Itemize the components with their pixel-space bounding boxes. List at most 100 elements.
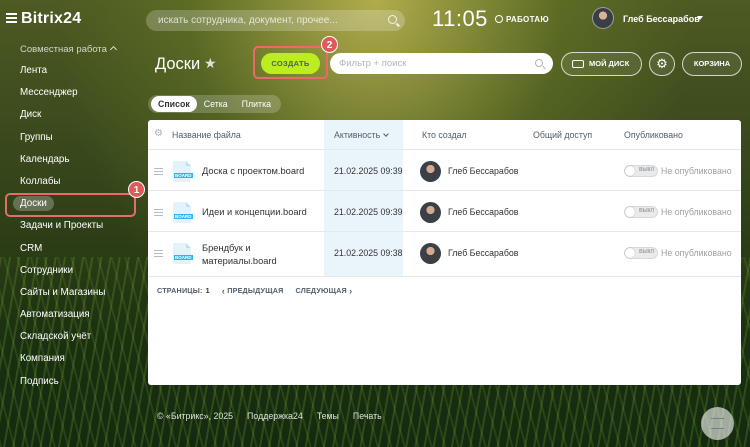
sidebar-item-feed[interactable]: Лента (8, 60, 136, 82)
toggle-label: ВЫКЛ (639, 249, 655, 255)
sidebar-item-label: Лента (20, 65, 48, 76)
sidebar-section-label: Совместная работа (20, 44, 107, 55)
clock[interactable]: 11:05 (432, 6, 488, 32)
column-header-name[interactable]: Название файла (172, 130, 241, 140)
file-name[interactable]: Брендбук и материалы.board (202, 242, 294, 268)
sidebar-item-label: Автоматизация (20, 309, 90, 321)
search-icon[interactable] (388, 15, 397, 24)
sidebar-section-header[interactable]: Совместная работа (8, 38, 136, 60)
print-link[interactable]: Печать (353, 411, 382, 421)
sidebar-item-collabs[interactable]: Коллабы (8, 171, 136, 193)
chevron-up-icon (109, 45, 117, 54)
drag-handle-icon[interactable] (154, 168, 163, 175)
status-dot-icon (495, 15, 503, 23)
sidebar-item-inventory[interactable]: Складской учёт (8, 326, 136, 348)
chat-icon[interactable] (701, 407, 734, 440)
sidebar-item-disk[interactable]: Диск (8, 104, 136, 126)
file-name[interactable]: Идеи и концепции.board (202, 206, 322, 219)
board-file-icon: BOARD (173, 202, 193, 223)
work-status[interactable]: РАБОТАЮ (495, 15, 549, 24)
file-ext-label: BOARD (174, 255, 193, 260)
activity-date: 21.02.2025 09:38 (334, 248, 403, 258)
avatar[interactable] (420, 202, 441, 223)
sidebar-item-sites[interactable]: Сайты и Магазины (8, 282, 136, 304)
next-page-button[interactable]: СЛЕДУЮЩАЯ › (295, 286, 352, 296)
toggle-label: ВЫКЛ (639, 208, 655, 214)
page-title: Доски (155, 55, 201, 73)
tab-grid[interactable]: Сетка (197, 96, 235, 112)
tab-tiles[interactable]: Плитка (235, 96, 278, 112)
copyright: © «Битрикс», 2025 (157, 411, 234, 421)
menu-icon[interactable] (6, 13, 17, 23)
table-row[interactable]: BOARD Идеи и концепции.board 21.02.2025 … (148, 192, 741, 232)
avatar[interactable] (420, 161, 441, 182)
column-header-creator[interactable]: Кто создал (422, 130, 467, 140)
chevron-down-icon[interactable] (697, 16, 703, 20)
sidebar-item-automation[interactable]: Автоматизация (8, 304, 136, 326)
pages-label: СТРАНИЦЫ: 1 (157, 286, 210, 296)
table-row[interactable]: BOARD Брендбук и материалы.board 21.02.2… (148, 233, 741, 277)
sidebar-item-label: Группы (20, 131, 53, 143)
sidebar-item-label: Мессенджер (20, 87, 78, 99)
column-header-activity-label: Активность (334, 130, 381, 140)
table-header: ⚙ Название файла Активность Кто создал О… (148, 120, 741, 150)
table-row[interactable]: BOARD Доска с проектом.board 21.02.2025 … (148, 151, 741, 191)
user-name[interactable]: Глеб Бессарабов (623, 14, 700, 24)
sidebar-item-crm[interactable]: CRM (8, 238, 136, 260)
sidebar-item-label: Задачи и Проекты (20, 220, 104, 232)
chevron-left-icon: ‹ (221, 286, 225, 296)
creator-name[interactable]: Глеб Бессарабов (448, 166, 518, 176)
column-header-activity[interactable]: Активность (334, 130, 390, 140)
support-link[interactable]: Поддержка24 (247, 411, 303, 421)
avatar[interactable] (420, 243, 441, 264)
column-header-shared[interactable]: Общий доступ (533, 130, 592, 140)
sidebar-item-label: Компания (20, 353, 65, 365)
sidebar-item-tasks[interactable]: Задачи и Проекты (8, 215, 136, 237)
sidebar-item-label: Подпись (20, 375, 59, 387)
sidebar-item-signature[interactable]: Подпись (8, 371, 136, 393)
publish-toggle[interactable]: ВЫКЛ (624, 206, 658, 218)
logo[interactable]: Bitrix24 (21, 10, 81, 28)
publish-toggle[interactable]: ВЫКЛ (624, 247, 658, 259)
my-disk-label: МОЙ ДИСК (589, 59, 630, 68)
footer: © «Битрикс», 2025 Поддержка24 Темы Печат… (157, 411, 382, 421)
sidebar-item-employees[interactable]: Сотрудники (8, 260, 136, 282)
sidebar-item-messenger[interactable]: Мессенджер (8, 82, 136, 104)
creator-name[interactable]: Глеб Бессарабов (448, 207, 518, 217)
gear-icon[interactable]: ⚙ (154, 128, 163, 139)
file-ext-label: BOARD (174, 173, 193, 178)
sidebar-item-groups[interactable]: Группы (8, 127, 136, 149)
chevron-right-icon: › (349, 286, 353, 296)
star-icon[interactable]: ★ (204, 55, 217, 72)
drag-handle-icon[interactable] (154, 250, 163, 257)
filter-search-input[interactable]: Фильтр + поиск (330, 53, 553, 74)
search-icon[interactable] (535, 59, 543, 67)
column-header-published[interactable]: Опубликовано (624, 130, 683, 140)
file-name[interactable]: Доска с проектом.board (202, 165, 322, 178)
search-input[interactable]: искать сотрудника, документ, прочее... (146, 10, 405, 31)
sidebar-item-company[interactable]: Компания (8, 348, 136, 370)
prev-page-button[interactable]: ‹ ПРЕДЫДУЩАЯ (222, 286, 284, 296)
settings-button[interactable]: ⚙ (649, 52, 675, 76)
filter-placeholder: Фильтр + поиск (339, 58, 407, 69)
file-ext-label: BOARD (174, 214, 193, 219)
disk-icon (572, 60, 584, 68)
sidebar-item-label: Складской учёт (20, 331, 92, 343)
activity-date: 21.02.2025 09:39 (334, 166, 403, 176)
my-disk-button[interactable]: МОЙ ДИСК (561, 52, 642, 76)
publish-toggle[interactable]: ВЫКЛ (624, 165, 658, 177)
tab-list[interactable]: Список (151, 96, 197, 112)
sidebar-item-calendar[interactable]: Календарь (8, 149, 136, 171)
trash-button[interactable]: КОРЗИНА (682, 52, 742, 76)
creator-name[interactable]: Глеб Бессарабов (448, 248, 518, 258)
drag-handle-icon[interactable] (154, 209, 163, 216)
publish-status: Не опубликовано (661, 166, 732, 176)
themes-link[interactable]: Темы (317, 411, 339, 421)
current-page[interactable]: 1 (206, 286, 210, 295)
sidebar-item-label: Коллабы (20, 175, 61, 187)
sidebar-item-label: Диск (20, 109, 42, 121)
sidebar-item-label: Сайты и Магазины (20, 286, 106, 298)
publish-status: Не опубликовано (661, 248, 732, 258)
avatar[interactable] (592, 7, 614, 29)
work-status-label: РАБОТАЮ (506, 15, 549, 24)
